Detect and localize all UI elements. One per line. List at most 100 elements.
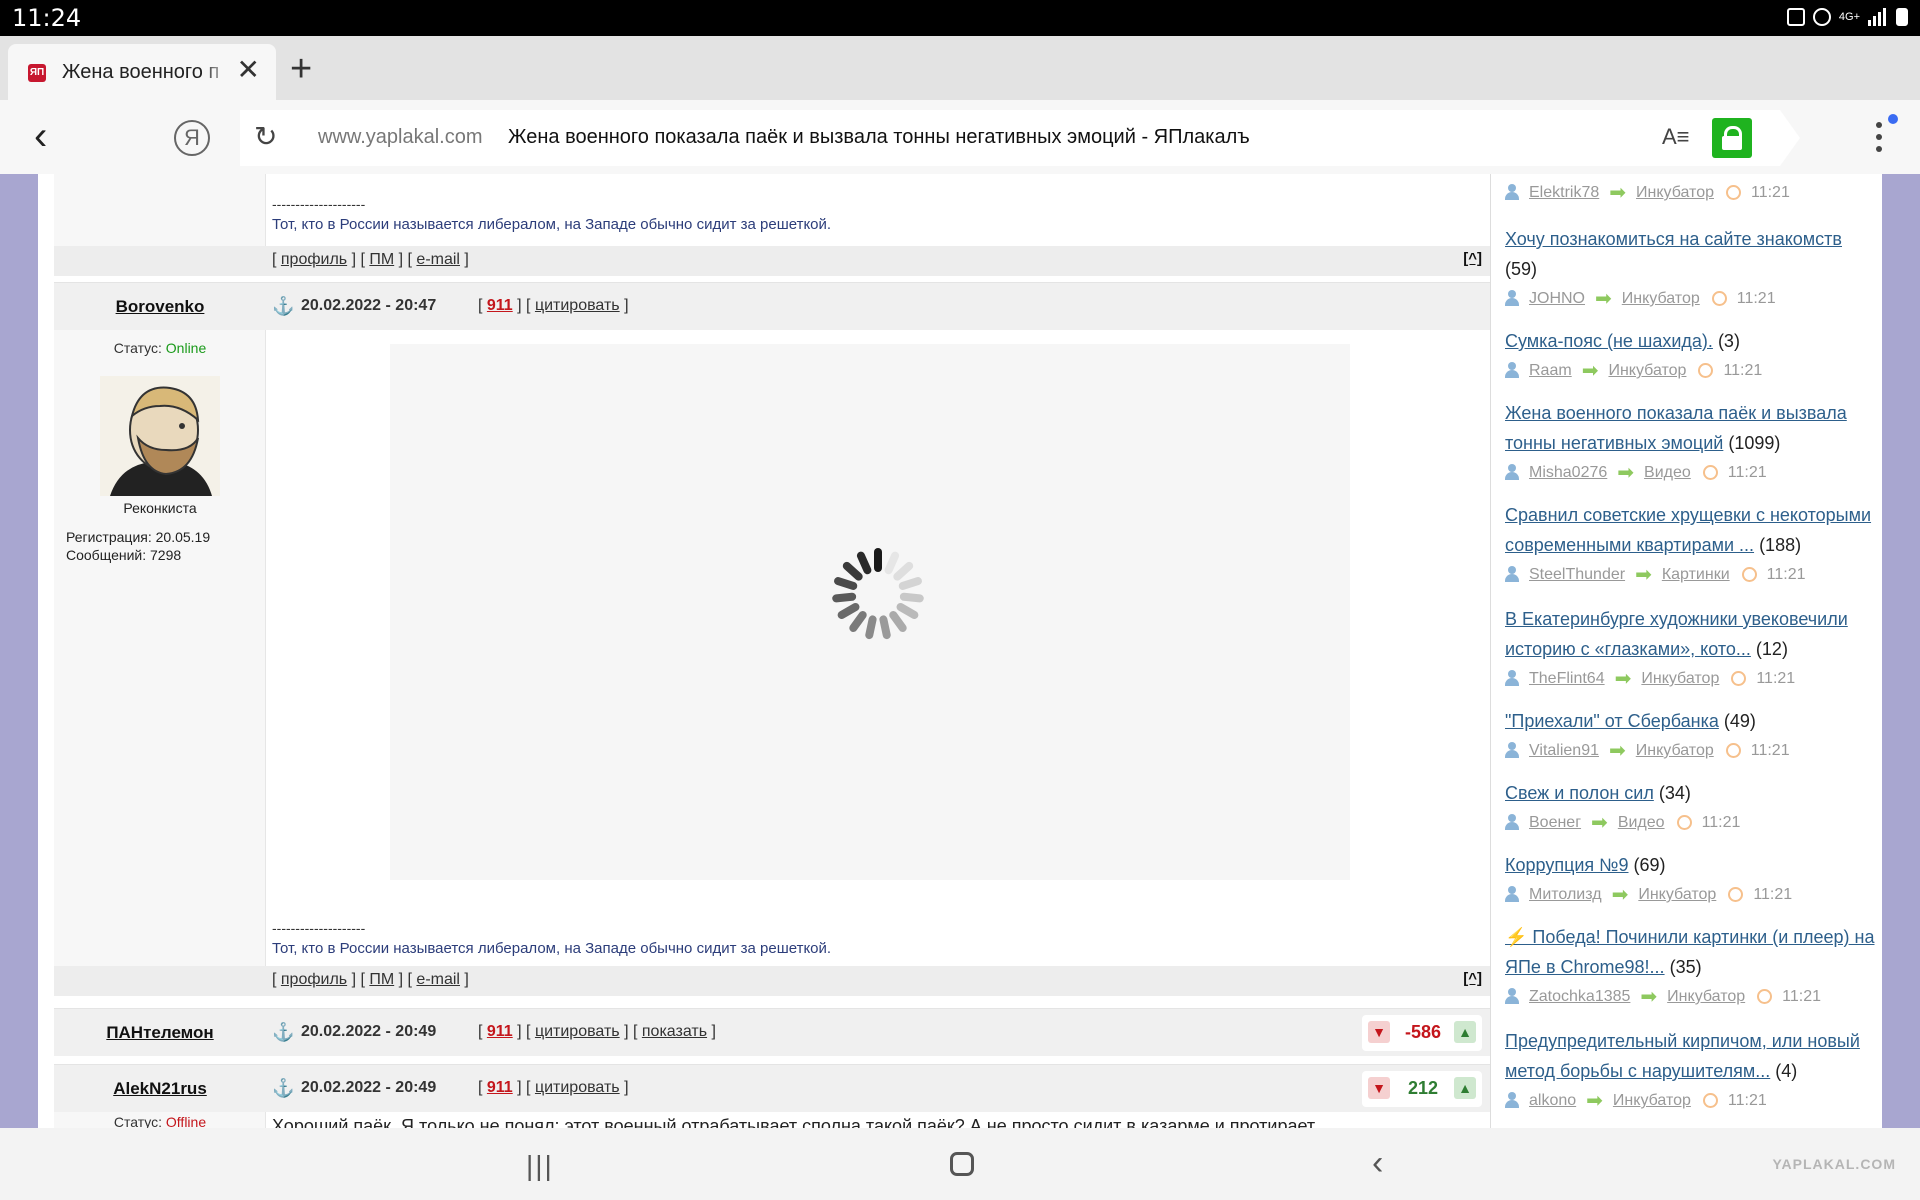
topic-section-link[interactable]: Видео	[1644, 464, 1691, 481]
new-tab-button[interactable]: +	[290, 50, 312, 88]
user-icon	[1505, 464, 1519, 480]
report-911-link[interactable]: 911	[487, 1023, 513, 1040]
quote-link[interactable]: цитировать	[535, 1079, 620, 1096]
anchor-icon[interactable]: ⚓	[272, 1078, 294, 1099]
profile-link[interactable]: профиль	[281, 251, 347, 268]
avatar[interactable]	[100, 376, 220, 496]
sidebar-topic: "Приехали" от Сбербанка (49) Vitalien91 ➡…	[1505, 706, 1875, 766]
topic-author-link[interactable]: Zatochka1385	[1529, 988, 1630, 1005]
post-author-link[interactable]: ПАНтелемон	[54, 1009, 266, 1057]
report-911-link[interactable]: 911	[487, 297, 513, 314]
battery-icon	[1896, 8, 1908, 26]
profile-link[interactable]: профиль	[281, 971, 347, 988]
system-back-button[interactable]: ‹	[1372, 1144, 1383, 1183]
topic-link[interactable]: "Приехали" от Сбербанка	[1505, 711, 1719, 731]
email-link[interactable]: e-mail	[416, 251, 460, 268]
browser-menu-button[interactable]	[1876, 114, 1898, 158]
show-link[interactable]: показать	[642, 1023, 707, 1040]
topic-section-link[interactable]: Инкубатор	[1622, 290, 1700, 307]
close-tab-icon[interactable]: ✕	[237, 56, 260, 84]
topic-section-link[interactable]: Инкубатор	[1608, 362, 1686, 379]
user-icon	[1505, 814, 1519, 830]
topic-time: 11:21	[1723, 362, 1763, 379]
back-button[interactable]: ‹	[34, 116, 47, 156]
tab-title: Жена военного п	[62, 61, 232, 84]
topic-section-link[interactable]: Инкубатор	[1613, 1092, 1691, 1109]
url-field[interactable]: ↻ www.yaplakal.com Жена военного показал…	[240, 110, 1780, 166]
arrow-icon: ➡	[1611, 884, 1629, 906]
topic-section-link[interactable]: Инкубатор	[1636, 184, 1714, 201]
scroll-top-link[interactable]: [^]	[1463, 250, 1482, 267]
pm-link[interactable]: ПМ	[369, 251, 394, 268]
topic-section-link[interactable]: Инкубатор	[1638, 886, 1716, 903]
topic-link[interactable]: Сумка-пояс (не шахида).	[1505, 331, 1713, 351]
thumbs-up-icon[interactable]: ▲	[1454, 1077, 1476, 1099]
topic-count: (69)	[1633, 855, 1666, 875]
topic-section-link[interactable]: Видео	[1618, 814, 1665, 831]
anchor-icon[interactable]: ⚓	[272, 1022, 294, 1043]
topic-author-link[interactable]: TheFlint64	[1529, 670, 1605, 687]
topic-author-link[interactable]: alkono	[1529, 1092, 1576, 1109]
post-links: [ профиль ] [ ПМ ] [ e-mail ]	[272, 251, 469, 268]
topic-section-link[interactable]: Картинки	[1662, 566, 1730, 583]
topic-author-link[interactable]: SteelThunder	[1529, 566, 1625, 583]
topic-author-link[interactable]: Raam	[1529, 362, 1572, 379]
reload-icon[interactable]: ↻	[254, 122, 277, 152]
topic-link[interactable]: Предупредительный кирпичом, или новый ме…	[1505, 1031, 1860, 1081]
topic-time: 11:21	[1736, 290, 1776, 307]
forum-thread: -------------------- Тот, кто в России н…	[54, 174, 1490, 1128]
post-author-link[interactable]: AlekN21rus	[54, 1065, 266, 1113]
post-author-cell: Статус: Online Реконкиста Регистрация: 2…	[54, 330, 266, 966]
topic-link[interactable]: Жена военного показала паёк и вызвала то…	[1505, 403, 1847, 453]
topic-section-link[interactable]: Инкубатор	[1641, 670, 1719, 687]
clock-icon	[1731, 671, 1747, 686]
pm-link[interactable]: ПМ	[369, 971, 394, 988]
arrow-icon: ➡	[1591, 812, 1608, 834]
thumbs-down-icon[interactable]: ▼	[1368, 1021, 1390, 1043]
status-label: Статус:	[113, 1114, 163, 1128]
thumbs-down-icon[interactable]: ▼	[1368, 1077, 1390, 1099]
topic-title: "Приехали" от Сбербанка (49)	[1505, 706, 1875, 736]
signature-divider: --------------------	[272, 196, 366, 212]
topic-meta: TheFlint64 ➡ Инкубатор 11:21	[1505, 664, 1875, 694]
topic-author-link[interactable]: Misha0276	[1529, 464, 1607, 481]
post-links-bar: [ профиль ] [ ПМ ] [ e-mail ] [^]	[54, 246, 1490, 276]
email-link[interactable]: e-mail	[416, 971, 460, 988]
alarm-icon	[1812, 8, 1831, 26]
topic-link[interactable]: Сравнил советские хрущевки с некоторыми …	[1505, 505, 1871, 555]
topic-author-link[interactable]: JOHNO	[1529, 290, 1585, 307]
home-button[interactable]	[950, 1152, 974, 1176]
scroll-top-link[interactable]: [^]	[1463, 970, 1482, 987]
watermark: YAPLAKAL.COM	[1772, 1156, 1896, 1172]
user-icon	[1505, 1092, 1519, 1108]
topic-link[interactable]: Хочу познакомиться на сайте знакомств	[1505, 229, 1842, 249]
post-author-link[interactable]: Borovenko	[54, 283, 266, 331]
topic-meta: Военег ➡ Видео 11:21	[1505, 808, 1875, 838]
topic-section-link[interactable]: Инкубатор	[1667, 988, 1745, 1005]
thumbs-up-icon[interactable]: ▲	[1454, 1021, 1476, 1043]
topic-link[interactable]: Свеж и полон сил	[1505, 783, 1654, 803]
url-page-title: Жена военного показала паёк и вызвала то…	[508, 126, 1250, 148]
status-offline: Offline	[165, 1114, 207, 1128]
topic-author-link[interactable]: Военег	[1529, 814, 1581, 831]
topic-link[interactable]: Коррупция №9	[1505, 855, 1629, 875]
topic-author-link[interactable]: Митолизд	[1529, 886, 1602, 903]
yandex-button[interactable]: Я	[174, 120, 210, 156]
quote-link[interactable]: цитировать	[535, 297, 620, 314]
recent-apps-button[interactable]: |||	[526, 1150, 554, 1182]
sidebar-topic: Предупредительный кирпичом, или новый ме…	[1505, 1026, 1875, 1116]
topic-link[interactable]: В Екатеринбурге художники увековечили ис…	[1505, 609, 1848, 659]
quote-link[interactable]: цитировать	[535, 1023, 620, 1040]
topic-author-link[interactable]: Elektrik78	[1529, 184, 1599, 201]
topic-meta: alkono ➡ Инкубатор 11:21	[1505, 1086, 1875, 1116]
report-911-link[interactable]: 911	[487, 1079, 513, 1096]
browser-tab[interactable]: ЯП Жена военного п ✕	[8, 44, 276, 100]
topic-author-link[interactable]: Vitalien91	[1529, 742, 1599, 759]
topic-section-link[interactable]: Инкубатор	[1636, 742, 1714, 759]
secure-lock-icon[interactable]	[1712, 118, 1752, 158]
anchor-icon[interactable]: ⚓	[272, 296, 294, 317]
reader-mode-icon[interactable]: A≡	[1662, 124, 1690, 150]
arrow-icon: ➡	[1581, 360, 1599, 382]
site-favicon-icon: ЯП	[28, 64, 46, 82]
user-icon	[1505, 670, 1519, 686]
